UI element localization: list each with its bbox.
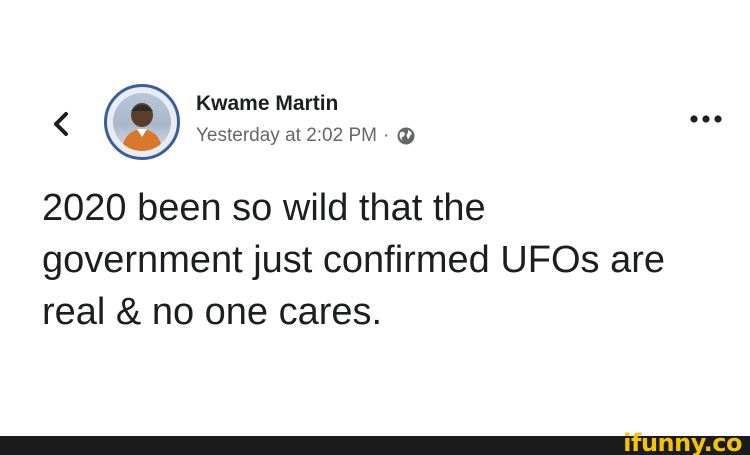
avatar-photo <box>113 93 171 151</box>
author-name[interactable]: Kwame Martin <box>196 92 338 116</box>
watermark-bar: ifunny.co <box>0 430 750 455</box>
post-timestamp[interactable]: Yesterday at 2:02 PM <box>196 125 377 147</box>
post-text-line: government just confirmed UFOs are <box>42 239 666 281</box>
post-meta: Yesterday at 2:02 PM · <box>196 125 417 147</box>
avatar[interactable] <box>104 84 180 160</box>
post-screen: Kwame Martin Yesterday at 2:02 PM · 2020… <box>0 0 750 455</box>
more-dots-icon <box>690 115 722 123</box>
post-text-line: 2020 been so wild that the <box>42 187 486 229</box>
globe-icon[interactable] <box>395 125 417 147</box>
post-text: 2020 been so wild that the government ju… <box>42 182 722 338</box>
post-text-line: real & no one cares. <box>42 291 383 333</box>
ifunny-watermark: ifunny.co <box>623 429 742 455</box>
more-options-button[interactable] <box>686 104 726 134</box>
meta-separator: · <box>382 125 390 146</box>
chevron-left-icon <box>54 112 68 136</box>
back-button[interactable] <box>46 104 76 144</box>
